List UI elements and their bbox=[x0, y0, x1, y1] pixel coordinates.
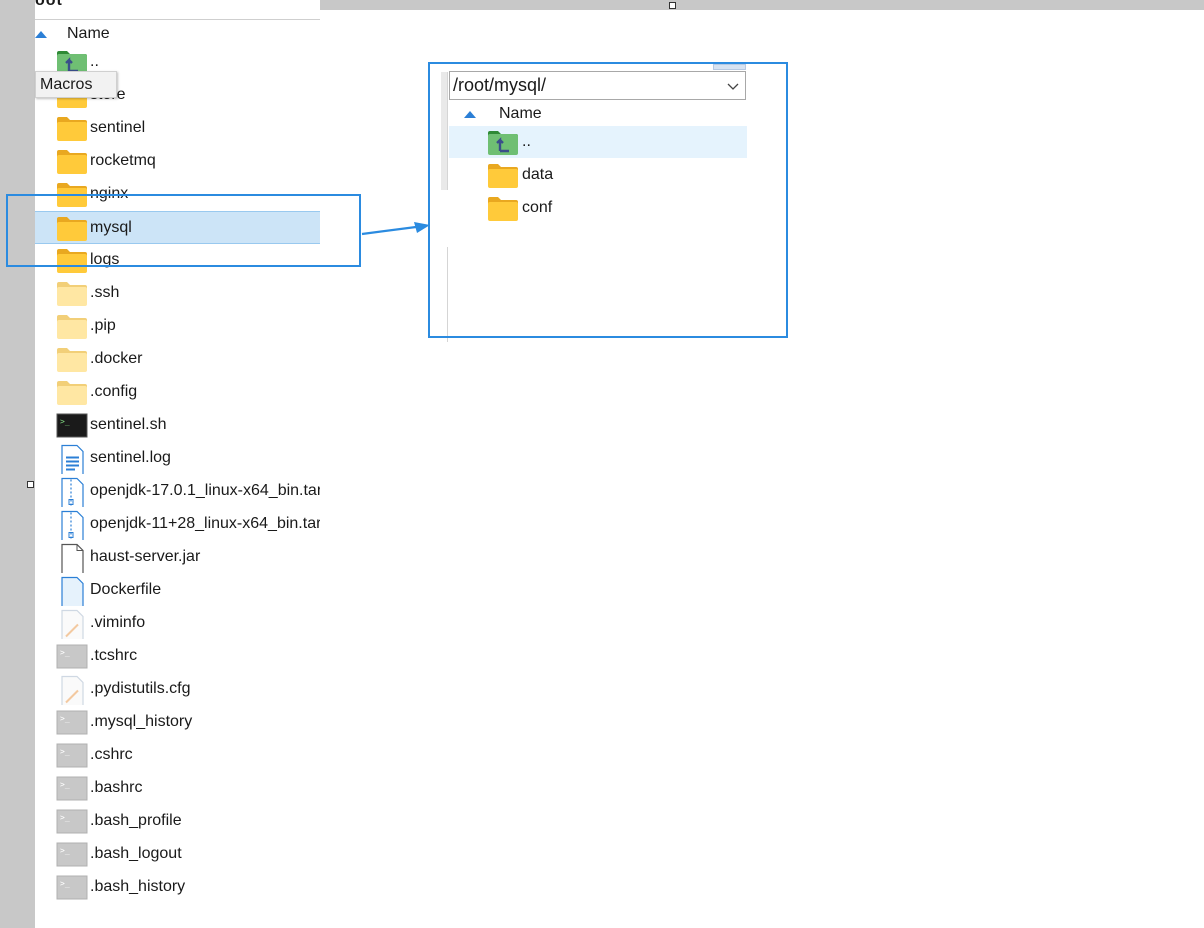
list-item-label: sentinel bbox=[90, 119, 146, 136]
macros-label: Macros bbox=[40, 75, 93, 93]
hidden-script-icon: >_ bbox=[56, 841, 88, 868]
list-item-label: .cshrc bbox=[90, 746, 133, 763]
list-item-label: .bash_logout bbox=[90, 845, 182, 862]
list-item-label: .pydistutils.cfg bbox=[90, 680, 191, 697]
hidden-text-file-icon bbox=[56, 675, 88, 708]
list-item[interactable]: .viminfo bbox=[35, 607, 320, 642]
clipped-title: oot bbox=[35, 0, 63, 9]
top-gray-bar bbox=[320, 0, 1204, 10]
list-item[interactable]: .ssh bbox=[35, 277, 320, 310]
hidden-script-icon: >_ bbox=[56, 775, 88, 802]
list-item[interactable]: >_ .bash_logout bbox=[35, 838, 320, 871]
shell-script-icon: >_ bbox=[56, 412, 88, 439]
list-item[interactable]: >_ .tcshrc bbox=[35, 640, 320, 673]
svg-text:>_: >_ bbox=[60, 417, 70, 426]
hidden-script-icon: >_ bbox=[56, 742, 88, 769]
hidden-script-icon: >_ bbox=[56, 709, 88, 736]
list-item[interactable]: >_ .bashrc bbox=[35, 772, 320, 805]
list-item-label: haust-server.jar bbox=[90, 548, 201, 565]
list-item-label: .viminfo bbox=[90, 614, 146, 631]
folder-icon bbox=[56, 115, 88, 142]
list-item-label: .bash_profile bbox=[90, 812, 182, 829]
resize-handle-top[interactable] bbox=[669, 2, 676, 9]
resize-handle-left[interactable] bbox=[27, 481, 34, 488]
list-item[interactable]: >_ .cshrc bbox=[35, 739, 320, 772]
left-gutter bbox=[0, 0, 35, 928]
list-item-label: .tcshrc bbox=[90, 647, 138, 664]
svg-text:>_: >_ bbox=[60, 747, 70, 756]
list-item-label: .mysql_history bbox=[90, 713, 193, 730]
list-item[interactable]: haust-server.jar bbox=[35, 541, 320, 576]
svg-text:>_: >_ bbox=[60, 714, 70, 723]
list-item[interactable]: openjdk-11+28_linux-x64_bin.tar.gz bbox=[35, 508, 320, 543]
list-item-label: sentinel.sh bbox=[90, 416, 167, 433]
list-item-label: .docker bbox=[90, 350, 143, 367]
svg-text:>_: >_ bbox=[60, 846, 70, 855]
list-item-label: openjdk-17.0.1_linux-x64_bin.tar.gz bbox=[90, 482, 320, 499]
list-item-label: .bash_history bbox=[90, 878, 186, 895]
name-column-label: Name bbox=[67, 25, 110, 42]
archive-icon bbox=[56, 477, 88, 510]
svg-text:>_: >_ bbox=[60, 648, 70, 657]
list-item[interactable]: sentinel.log bbox=[35, 442, 320, 477]
svg-text:>_: >_ bbox=[60, 780, 70, 789]
list-item-label: .ssh bbox=[90, 284, 120, 301]
hidden-script-icon: >_ bbox=[56, 874, 88, 901]
list-item[interactable]: >_ .bash_history bbox=[35, 871, 320, 904]
text-file-icon bbox=[56, 444, 88, 477]
hidden-folder-icon bbox=[56, 346, 88, 373]
list-item-label: .config bbox=[90, 383, 138, 400]
sort-ascending-icon bbox=[35, 30, 47, 38]
list-item[interactable]: openjdk-17.0.1_linux-x64_bin.tar.gz bbox=[35, 475, 320, 510]
svg-text:>_: >_ bbox=[60, 879, 70, 888]
list-item[interactable]: rocketmq bbox=[35, 145, 320, 178]
left-file-list: oot Name .. store sentinel rocketmq ngin… bbox=[35, 0, 320, 928]
light-file-icon bbox=[56, 576, 88, 609]
list-item-label: openjdk-11+28_linux-x64_bin.tar.gz bbox=[90, 515, 320, 532]
list-item[interactable]: Dockerfile bbox=[35, 574, 320, 609]
name-column-header[interactable]: Name bbox=[35, 21, 320, 47]
hidden-script-icon: >_ bbox=[56, 808, 88, 835]
list-item[interactable]: >_ sentinel.sh bbox=[35, 409, 320, 442]
blank-file-icon bbox=[56, 543, 88, 576]
list-item-label: .. bbox=[90, 53, 99, 70]
highlight-box-mysql-contents bbox=[428, 62, 788, 338]
list-item-label: rocketmq bbox=[90, 152, 156, 169]
list-item[interactable]: .docker bbox=[35, 343, 320, 376]
hidden-folder-icon bbox=[56, 313, 88, 340]
list-item[interactable]: sentinel bbox=[35, 112, 320, 145]
list-item-label: Dockerfile bbox=[90, 581, 162, 598]
hidden-folder-icon bbox=[56, 280, 88, 307]
arrow-icon bbox=[361, 222, 430, 236]
header-divider bbox=[35, 19, 320, 20]
list-item[interactable]: .config bbox=[35, 376, 320, 409]
list-item-label: .bashrc bbox=[90, 779, 143, 796]
list-item-label: sentinel.log bbox=[90, 449, 171, 466]
list-item[interactable]: .pydistutils.cfg bbox=[35, 673, 320, 708]
hidden-folder-icon bbox=[56, 379, 88, 406]
list-item[interactable]: .pip bbox=[35, 310, 320, 343]
svg-text:>_: >_ bbox=[60, 813, 70, 822]
hidden-script-icon: >_ bbox=[56, 643, 88, 670]
list-item[interactable]: >_ .mysql_history bbox=[35, 706, 320, 739]
hidden-text-file-icon bbox=[56, 609, 88, 642]
list-item-label: .pip bbox=[90, 317, 116, 334]
list-item[interactable]: >_ .bash_profile bbox=[35, 805, 320, 838]
macros-tooltip: Macros bbox=[35, 71, 117, 98]
archive-icon bbox=[56, 510, 88, 543]
folder-icon bbox=[56, 148, 88, 175]
highlight-box-mysql bbox=[6, 194, 361, 267]
